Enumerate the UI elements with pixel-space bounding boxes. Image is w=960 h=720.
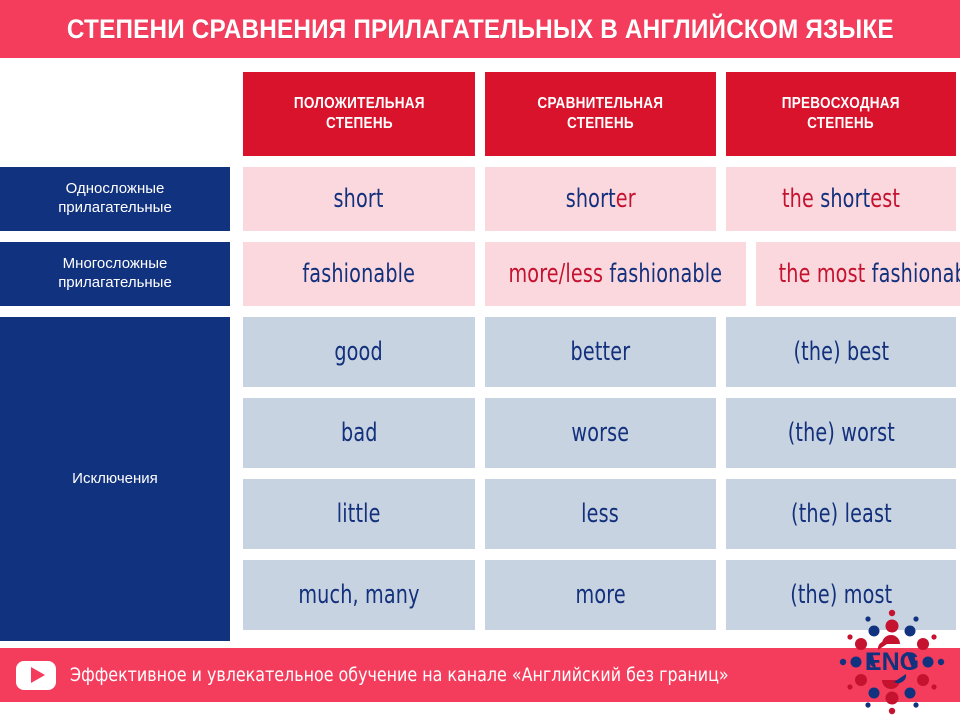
column-header-superlative: ПРЕВОСХОДНАЯ СТЕПЕНЬ [726, 72, 956, 156]
header-superlative-line1: ПРЕВОСХОДНАЯ [781, 95, 901, 112]
header-comparative-line1: СРАВНИТЕЛЬНАЯ [537, 95, 664, 112]
table-header-row: ПОЛОЖИТЕЛЬНАЯ СТЕПЕНЬ СРАВНИТЕЛЬНАЯ СТЕП… [0, 72, 960, 156]
cell-exc-superlative: (the) worst [726, 398, 956, 468]
row-label-monosyllabic: Односложные прилагательные [0, 167, 230, 231]
cell-mono-superlative: the shortest [726, 167, 956, 231]
table-row: Односложные прилагательные short shorter… [0, 167, 960, 231]
cell-exc-superlative: (the) least [726, 479, 956, 549]
footer-text: Эффективное и увлекательное обучение на … [70, 664, 729, 686]
poly-comparative-prefix: more/less [508, 259, 610, 289]
column-header-positive: ПОЛОЖИТЕЛЬНАЯ СТЕПЕНЬ [243, 72, 475, 156]
header-superlative-line2: СТЕПЕНЬ [807, 115, 875, 132]
youtube-play-icon[interactable] [16, 660, 56, 690]
cell-exc-positive: good [243, 317, 475, 387]
mono-positive-word: short [333, 184, 385, 214]
poly-superlative-prefix: the most [778, 259, 872, 289]
cell-poly-superlative: the most fashionable [755, 242, 960, 306]
table-row: Многосложные прилагательные fashionable … [0, 242, 960, 306]
mono-superlative-article: the [781, 184, 821, 214]
poly-superlative-base: fashionable [871, 259, 960, 289]
table-row: bad worse (the) worst [243, 398, 960, 468]
exc-1-comparative: worse [571, 418, 630, 448]
cell-exc-positive: little [243, 479, 475, 549]
poly-positive-word: fashionable [302, 259, 416, 289]
exc-0-comparative: better [570, 337, 631, 367]
eng-logo-svg: ENG [839, 609, 945, 715]
table-row: good better (the) best [243, 317, 960, 387]
cell-exc-comparative: more [485, 560, 716, 630]
infographic-page: СТЕПЕНИ СРАВНЕНИЯ ПРИЛАГАТЕЛЬНЫХ В АНГЛИ… [0, 0, 960, 720]
header-comparative-line2: СТЕПЕНЬ [567, 115, 634, 132]
cell-mono-comparative: shorter [485, 167, 716, 231]
cell-exc-superlative: (the) best [726, 317, 956, 387]
exc-1-superlative: (the) worst [787, 418, 895, 448]
exc-2-positive: little [337, 499, 381, 529]
poly-comparative-base: fashionable [609, 259, 723, 289]
cell-mono-positive: short [243, 167, 475, 231]
mono-comparative-base: short [565, 184, 616, 214]
cell-exc-comparative: less [485, 479, 716, 549]
exc-2-comparative: less [581, 499, 620, 529]
exc-3-positive: much, many [298, 580, 420, 610]
row-label-monosyllabic-line2: прилагательные [58, 199, 172, 216]
mono-comparative-suffix: er [615, 184, 636, 214]
table-row: little less (the) least [243, 479, 960, 549]
row-label-polysyllabic: Многосложные прилагательные [0, 242, 230, 306]
comparison-table: ПОЛОЖИТЕЛЬНАЯ СТЕПЕНЬ СРАВНИТЕЛЬНАЯ СТЕП… [0, 72, 960, 641]
exc-1-positive: bad [340, 418, 378, 448]
mono-superlative-suffix: est [870, 184, 901, 214]
exceptions-block: Исключения good better (the) best bad wo… [0, 317, 960, 641]
exc-0-superlative: (the) best [793, 337, 889, 367]
exc-2-superlative: (the) least [790, 499, 892, 529]
page-title: СТЕПЕНИ СРАВНЕНИЯ ПРИЛАГАТЕЛЬНЫХ В АНГЛИ… [66, 13, 894, 44]
cell-exc-positive: bad [243, 398, 475, 468]
title-banner: СТЕПЕНИ СРАВНЕНИЯ ПРИЛАГАТЕЛЬНЫХ В АНГЛИ… [0, 0, 960, 58]
cell-poly-comparative: more/less fashionable [485, 242, 746, 306]
eng-channel-logo: ENG [836, 606, 948, 718]
mono-superlative-base: short [820, 184, 871, 214]
header-positive-line2: СТЕПЕНЬ [325, 115, 393, 132]
row-label-exceptions-text: Исключения [72, 469, 158, 487]
cell-exc-comparative: worse [485, 398, 716, 468]
footer-banner: Эффективное и увлекательное обучение на … [0, 648, 960, 702]
cell-poly-positive: fashionable [243, 242, 475, 306]
cell-exc-positive: much, many [243, 560, 475, 630]
row-label-monosyllabic-line1: Односложные [65, 180, 165, 198]
play-triangle-icon [30, 667, 45, 683]
exc-0-positive: good [334, 337, 384, 367]
header-positive-line1: ПОЛОЖИТЕЛЬНАЯ [293, 95, 425, 112]
column-header-comparative: СРАВНИТЕЛЬНАЯ СТЕПЕНЬ [485, 72, 716, 156]
row-label-polysyllabic-line2: прилагательные [58, 274, 172, 291]
header-corner-spacer [0, 72, 230, 156]
cell-exc-comparative: better [485, 317, 716, 387]
row-label-polysyllabic-line1: Многосложные [62, 255, 168, 273]
row-label-exceptions: Исключения [0, 317, 230, 641]
exc-3-comparative: more [575, 580, 626, 610]
eng-logo-label: ENG [865, 648, 919, 676]
